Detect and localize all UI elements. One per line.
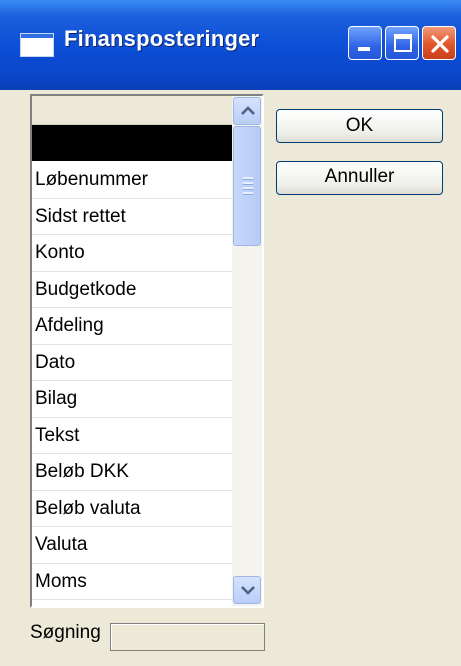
list-item[interactable]: Løbenummer bbox=[32, 162, 232, 199]
list-item[interactable]: Sidst rettet bbox=[32, 199, 232, 235]
minimize-icon bbox=[358, 47, 370, 51]
list-item[interactable]: Konto bbox=[32, 235, 232, 272]
dialog-window: Finansposteringer Løbenummer Sidst rette… bbox=[0, 0, 461, 666]
list-item[interactable]: Moms bbox=[32, 564, 232, 600]
list-rows: Løbenummer Sidst rettet Konto Budgetkode… bbox=[32, 162, 232, 606]
window-title: Finansposteringer bbox=[64, 26, 260, 51]
list-item[interactable]: Dato bbox=[32, 345, 232, 381]
chevron-up-icon bbox=[241, 106, 255, 115]
list-item[interactable]: Afdeling bbox=[32, 308, 232, 345]
close-button[interactable] bbox=[422, 26, 456, 60]
window-icon bbox=[20, 33, 54, 57]
minimize-button[interactable] bbox=[348, 26, 382, 60]
field-list[interactable]: Løbenummer Sidst rettet Konto Budgetkode… bbox=[30, 94, 264, 608]
search-input[interactable] bbox=[110, 623, 265, 651]
list-item[interactable]: Beløb valuta bbox=[32, 491, 232, 527]
list-item[interactable]: Tekst bbox=[32, 418, 232, 454]
scroll-up-button[interactable] bbox=[233, 97, 261, 125]
list-item[interactable]: Momsbeløb DKK bbox=[32, 600, 232, 606]
close-icon bbox=[431, 35, 449, 53]
list-item[interactable]: Valuta bbox=[32, 527, 232, 564]
list-header bbox=[32, 96, 232, 125]
list-item[interactable]: Bilag bbox=[32, 381, 232, 418]
title-bar[interactable]: Finansposteringer bbox=[0, 0, 461, 90]
scroll-down-button[interactable] bbox=[233, 576, 261, 604]
cancel-button[interactable]: Annuller bbox=[276, 161, 443, 195]
scroll-thumb[interactable] bbox=[233, 126, 261, 246]
vertical-scrollbar[interactable] bbox=[232, 96, 262, 606]
ok-button[interactable]: OK bbox=[276, 109, 443, 143]
maximize-button[interactable] bbox=[385, 26, 419, 60]
maximize-icon bbox=[394, 34, 412, 52]
search-label: Søgning bbox=[30, 622, 101, 643]
grip-icon bbox=[243, 177, 253, 197]
chevron-down-icon bbox=[241, 586, 255, 595]
list-item[interactable]: Beløb DKK bbox=[32, 454, 232, 491]
list-item[interactable]: Budgetkode bbox=[32, 272, 232, 308]
list-item-selected[interactable] bbox=[32, 125, 232, 161]
